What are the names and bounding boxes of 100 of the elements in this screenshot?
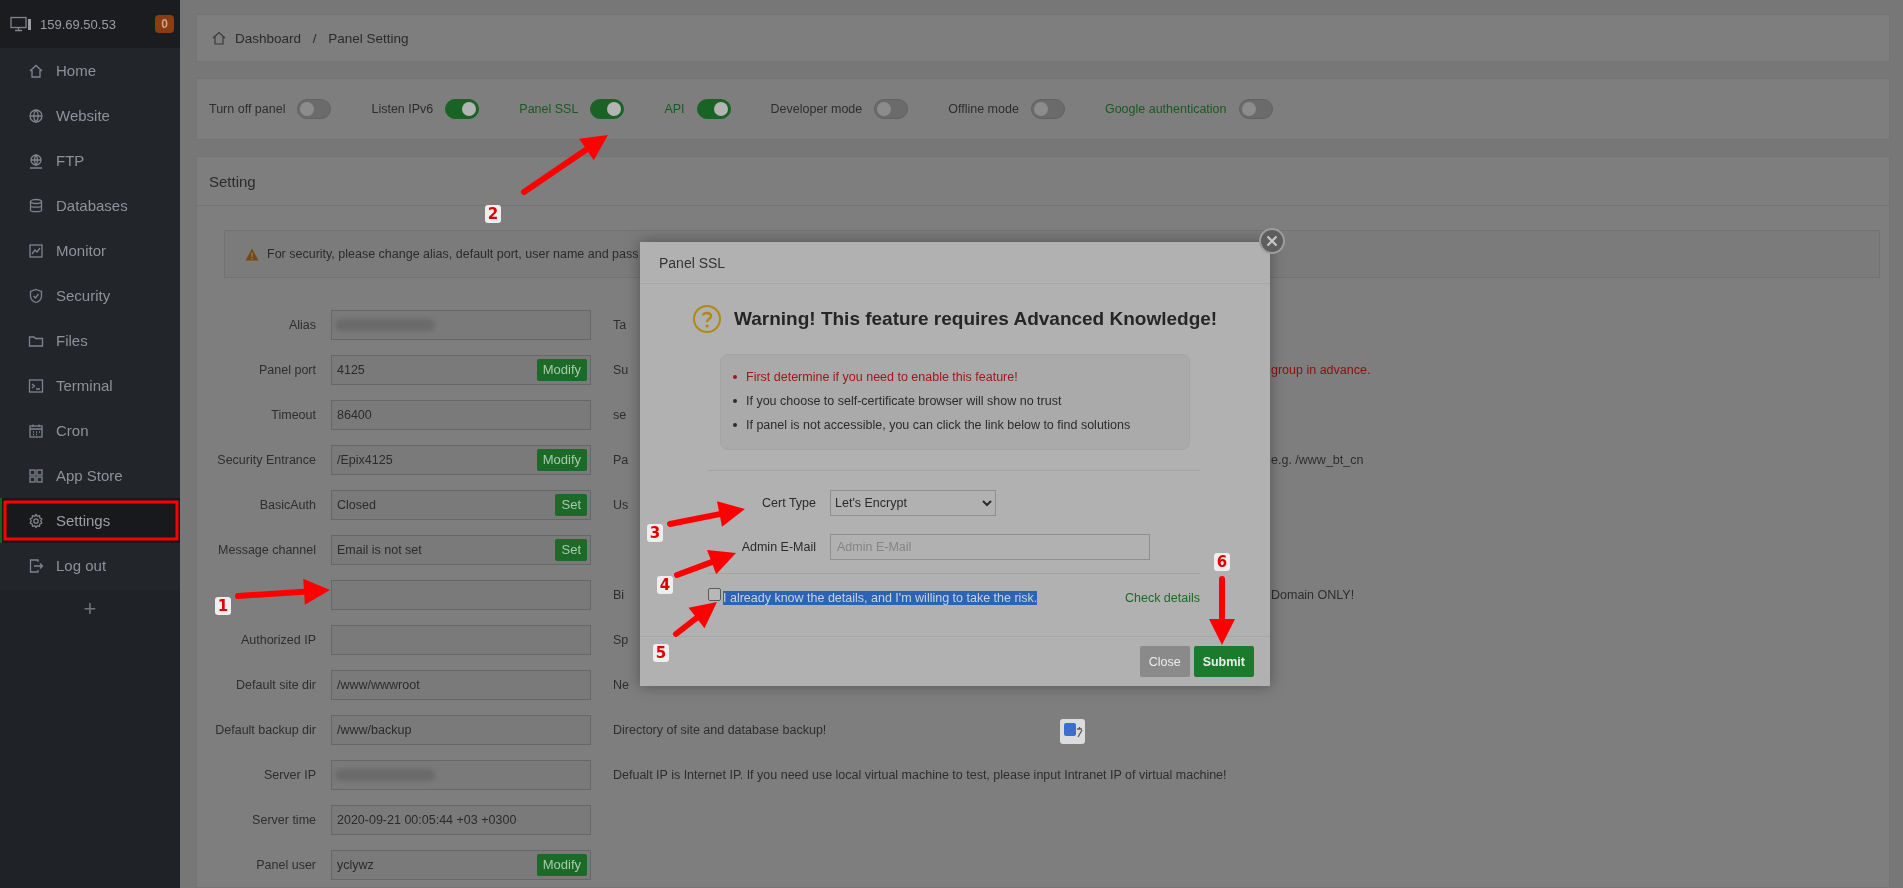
toggle-label: Panel SSL xyxy=(519,102,579,116)
step-number: 3 xyxy=(649,524,661,542)
bullet-icon xyxy=(733,375,737,379)
toggle-switch[interactable] xyxy=(445,99,480,119)
sidebar-item[interactable]: Databases xyxy=(0,183,180,228)
warning-icon xyxy=(245,247,259,261)
sidebar-item[interactable]: Monitor xyxy=(0,228,180,273)
hint-text: Domain ONLY! xyxy=(1271,587,1355,602)
info-text: If panel is not accessible, you can click the link below to find solutions xyxy=(746,418,1131,432)
toggle-switch[interactable] xyxy=(1030,99,1065,119)
hint-text: Defualt IP is Internet IP. If you need use local virtual machine to test, please input Intranet IP of virtual machine! xyxy=(613,767,1227,782)
sidebar-item[interactable]: Website xyxy=(0,93,180,138)
consent-text: I already know the details, and I'm willing to take the risk. xyxy=(723,591,1038,605)
step-number: 5 xyxy=(655,644,667,662)
hint-text: Ne xyxy=(613,677,629,692)
hint-text: Ta xyxy=(613,317,627,332)
toggle-label: Listen IPv6 xyxy=(371,102,434,116)
field-label: Server time xyxy=(252,812,317,827)
shield-icon xyxy=(28,287,44,304)
field-label: BasicAuth xyxy=(259,497,317,512)
info-text: If you choose to self-certificate browser will show no trust xyxy=(746,394,1062,408)
hint-text: group in advance. xyxy=(1271,362,1371,377)
toggle-label: Developer mode xyxy=(770,102,863,116)
hint-text: Us xyxy=(613,497,629,512)
field-label: Security Entrance xyxy=(217,452,317,467)
text-field[interactable]: 2020-09-21 00:05:44 +03 +0300 xyxy=(331,804,591,835)
terminal-icon xyxy=(28,377,44,394)
field-label: Timeout xyxy=(271,407,317,422)
grid-icon xyxy=(28,467,44,484)
hint-text: Bi xyxy=(613,587,625,602)
step-number: 6 xyxy=(1216,553,1228,571)
annotation-arrow xyxy=(1209,576,1235,645)
hint-text: e.g. /www_bt_cn xyxy=(1271,452,1364,467)
breadcrumb-separator: / xyxy=(311,30,318,46)
field-label: Server IP xyxy=(263,767,317,782)
field-label: Default backup dir xyxy=(215,722,317,737)
step-number: 1 xyxy=(217,597,229,615)
translate-icon xyxy=(1060,719,1085,744)
info-text: First determine if you need to enable this feature! xyxy=(746,370,1018,384)
sidebar-item[interactable]: Cron xyxy=(0,408,180,453)
field-label: Message channel xyxy=(218,542,317,557)
toggle-switch[interactable] xyxy=(1238,99,1273,119)
chart-icon xyxy=(28,242,44,259)
hint-text: Directory of site and database backup! xyxy=(613,722,827,737)
field-label: Alias xyxy=(288,317,317,332)
hint-text: Sp xyxy=(613,632,629,647)
calendar-icon xyxy=(28,422,44,439)
toggle-switch[interactable] xyxy=(590,99,625,119)
question-icon xyxy=(692,304,722,334)
annotation-arrow xyxy=(673,602,717,637)
step-number: 4 xyxy=(659,576,671,594)
field-label: Admin E-Mail xyxy=(740,540,816,554)
section-title: Setting xyxy=(209,172,256,190)
toggle-label: Turn off panel xyxy=(209,102,286,116)
home-icon xyxy=(211,30,227,46)
submit-button[interactable]: Submit xyxy=(1193,646,1254,677)
monitor-icon xyxy=(10,16,32,32)
toggle-switch[interactable] xyxy=(696,99,731,119)
breadcrumb-current: Panel Setting xyxy=(328,30,409,46)
bullet-icon xyxy=(733,423,737,427)
sidebar-item[interactable]: Terminal xyxy=(0,363,180,408)
close-icon[interactable] xyxy=(1259,228,1285,254)
text-field[interactable]: /www/wwwroot xyxy=(331,669,591,700)
text-field[interactable] xyxy=(331,579,591,610)
settings-icon xyxy=(28,512,44,529)
sidebar-item[interactable]: Log out xyxy=(0,543,180,588)
bullet-icon xyxy=(733,399,737,403)
field-label: Cert Type xyxy=(761,496,816,510)
home-icon xyxy=(28,62,44,79)
action-button[interactable]: Set xyxy=(555,493,587,516)
details-link[interactable]: Check details xyxy=(1124,591,1200,605)
field-label: Panel port xyxy=(259,362,317,377)
notification-badge[interactable]: 0 xyxy=(155,15,174,33)
field-label: Panel user xyxy=(256,857,317,872)
warning-heading: Warning! This feature requires Advanced Knowledge! xyxy=(734,308,1218,330)
hint-text: Su xyxy=(613,362,629,377)
sidebar-item[interactable]: Home xyxy=(0,48,180,93)
toggle-label: Google authentication xyxy=(1104,102,1227,116)
annotation-arrow xyxy=(674,549,736,578)
add-button[interactable]: + xyxy=(83,596,97,621)
toggle-label: Offline mode xyxy=(948,102,1019,116)
breadcrumb-link[interactable]: Dashboard xyxy=(235,30,302,46)
text-field[interactable]: /www/backup xyxy=(331,714,591,745)
cert-type-select[interactable]: Let's Encrypt xyxy=(830,490,996,516)
sidebar-item[interactable]: Files xyxy=(0,318,180,363)
toggle-switch[interactable] xyxy=(874,99,909,119)
field-label: Authorized IP xyxy=(240,632,317,647)
checkbox[interactable] xyxy=(708,587,721,601)
text-field[interactable]: 86400 xyxy=(331,399,591,430)
security-notice: For security, please change alias, default port, user name and pass xyxy=(267,247,639,261)
database-icon xyxy=(28,197,44,214)
sidebar-item[interactable]: FTP xyxy=(0,138,180,183)
sidebar-item[interactable]: Security xyxy=(0,273,180,318)
dialog-title: Panel SSL xyxy=(659,254,726,271)
step-number: 2 xyxy=(487,205,499,223)
sidebar-item[interactable]: App Store xyxy=(0,453,180,498)
toggle-switch[interactable] xyxy=(297,99,332,119)
hint-text: Pa xyxy=(613,452,629,467)
action-button[interactable]: Set xyxy=(555,538,587,561)
field-label: Default site dir xyxy=(236,677,317,692)
